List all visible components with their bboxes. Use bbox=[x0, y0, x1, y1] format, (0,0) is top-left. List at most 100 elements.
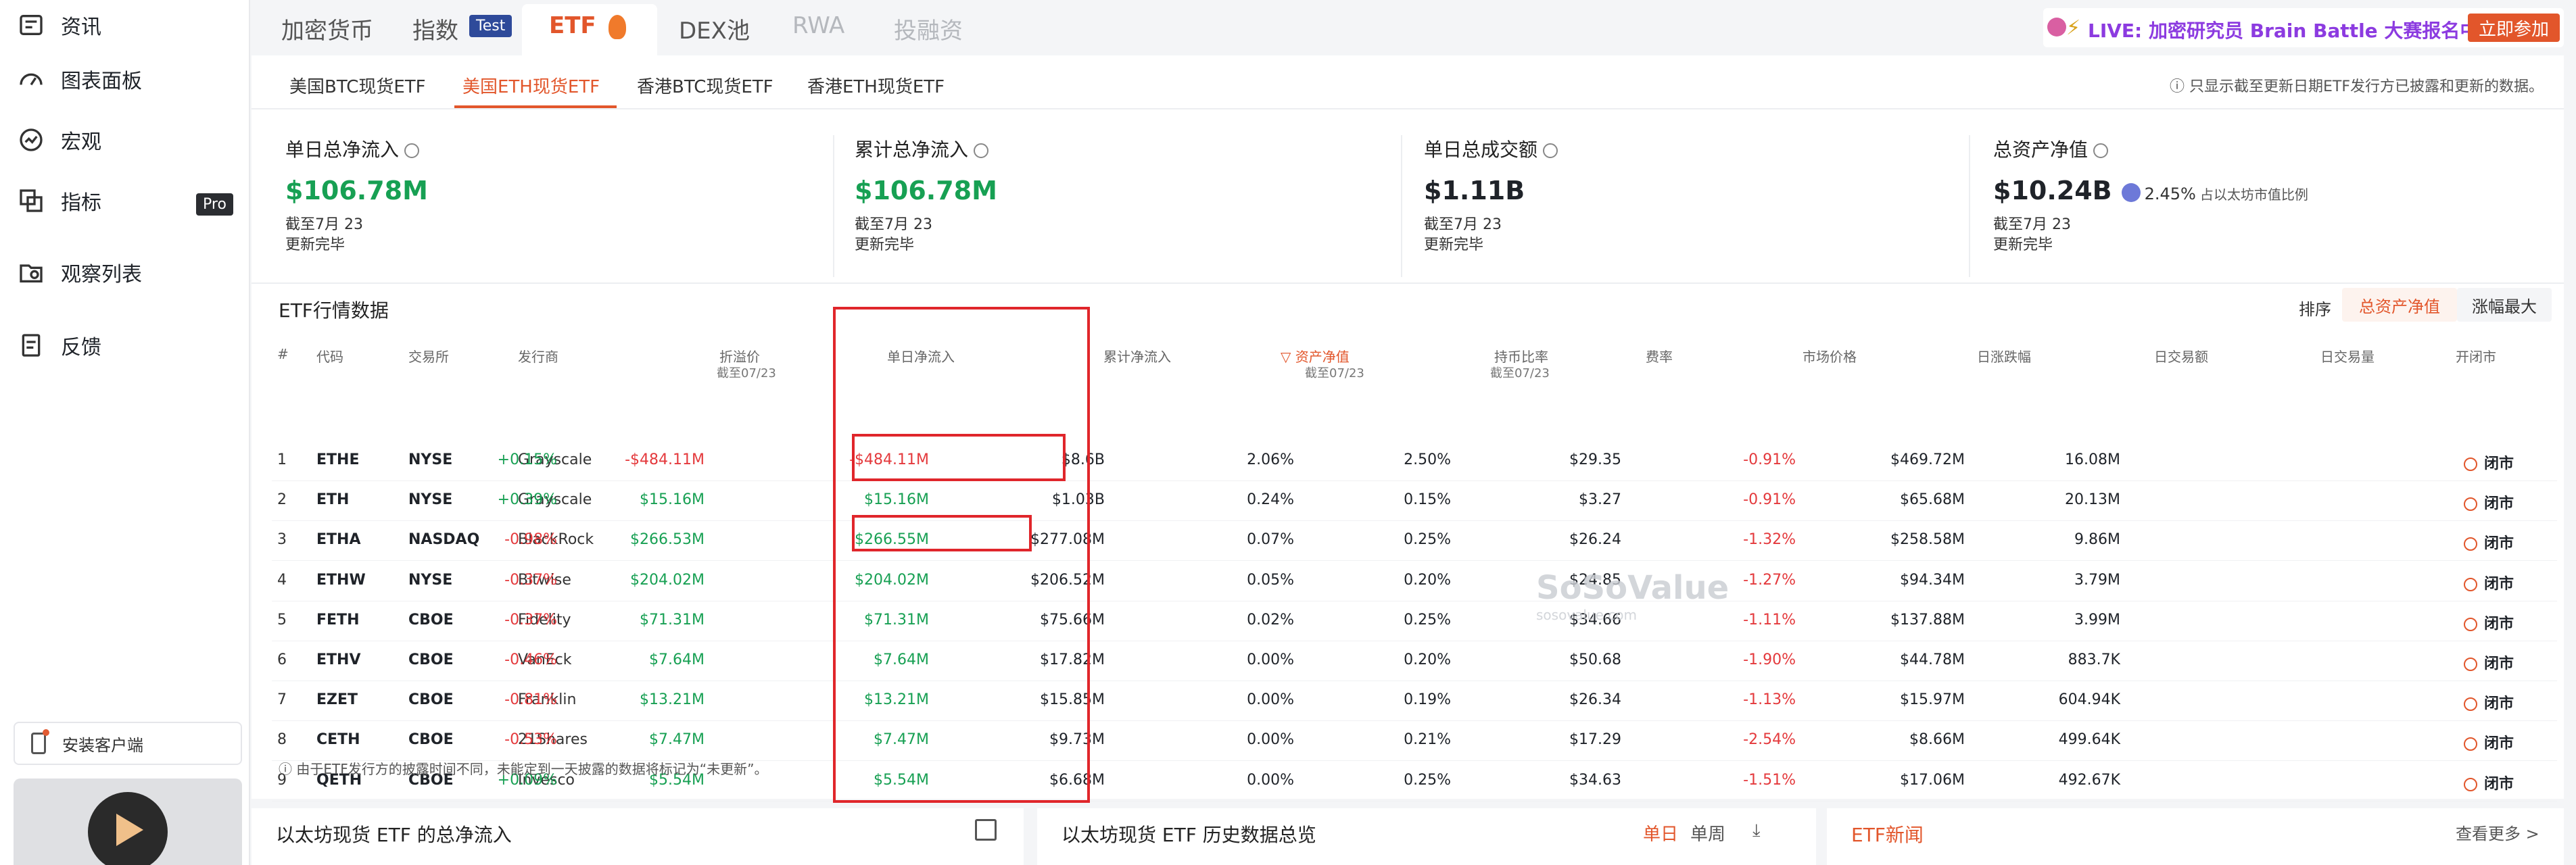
cell-change: -0.91% bbox=[1743, 491, 1796, 509]
tab-dex-pool[interactable]: DEX池 bbox=[679, 12, 750, 45]
cell-exchange: CBOE bbox=[408, 731, 454, 749]
cell-fee: 0.15% bbox=[1404, 491, 1451, 509]
table-row[interactable]: 7 EZET CBOE Franklin -0.81% $13.21M $13.21M $15… bbox=[272, 682, 2557, 722]
cell-inflow: $7.64M bbox=[649, 651, 705, 668]
sort-net-assets-button[interactable]: 总资产净值 bbox=[2342, 288, 2457, 322]
sidebar-item-feedback[interactable]: 反馈 bbox=[16, 322, 101, 369]
sidebar-item-macro[interactable]: 宏观 bbox=[16, 116, 101, 164]
sort-top-gainers-button[interactable]: 涨幅最大 bbox=[2457, 288, 2552, 322]
subtab-hk-btc[interactable]: 香港BTC现货ETF bbox=[637, 73, 773, 98]
view-more-link[interactable]: 查看更多 > bbox=[2456, 820, 2539, 844]
tab-etf[interactable]: ETF bbox=[522, 4, 657, 55]
column-header[interactable]: 折溢价 bbox=[719, 346, 760, 366]
column-header[interactable]: 持币比率 bbox=[1494, 346, 1548, 366]
stat-label: 单日总净流入 bbox=[285, 139, 400, 161]
info-icon[interactable] bbox=[2093, 143, 2109, 158]
play-video-icon bbox=[88, 792, 168, 865]
cell-fee: 0.25% bbox=[1404, 771, 1451, 789]
row-divider bbox=[272, 560, 2557, 562]
subtab-us-btc[interactable]: 美国BTC现货ETF bbox=[289, 73, 426, 98]
info-icon[interactable] bbox=[404, 143, 420, 158]
cell-premium: +0.15% bbox=[497, 451, 557, 468]
pro-badge: Pro bbox=[196, 193, 233, 216]
table-row[interactable]: 6 ETHV CBOE VanEck -0.46% $7.64M $7.64M $17.82M… bbox=[272, 642, 2557, 681]
stat-as-of: 截至7月 23 bbox=[285, 216, 363, 233]
cell-fee: 0.25% bbox=[1404, 611, 1451, 628]
table-row[interactable]: 2 ETH NYSE Grayscale +0.39% $15.16M $15.16M $1.… bbox=[272, 482, 2557, 522]
clock-icon bbox=[2464, 458, 2477, 471]
info-icon[interactable] bbox=[1543, 143, 1558, 158]
highlight-box bbox=[852, 434, 1066, 481]
sidebar-item-indicator[interactable]: 指标 bbox=[16, 177, 101, 224]
test-badge: Test bbox=[469, 15, 512, 37]
tab-rwa[interactable]: RWA bbox=[792, 12, 844, 39]
market-status-label: 闭市 bbox=[2484, 775, 2514, 793]
main-area: 加密货币 指数 Test ETF DEX池 RWA 投融资 ⚡ LIVE: 加密… bbox=[252, 0, 2576, 865]
column-header: 代码 bbox=[316, 349, 343, 365]
stat-as-of: 截至7月 23 bbox=[1424, 216, 1502, 233]
column-header[interactable]: 累计净流入 bbox=[1103, 346, 1171, 366]
table-row[interactable]: 4 ETHW NYSE Bitwise -0.37% $204.02M $204.02M $2… bbox=[272, 562, 2557, 601]
video-card[interactable] bbox=[14, 778, 242, 865]
tab-index[interactable]: 指数 bbox=[412, 12, 458, 45]
table-row[interactable]: 8 CETH CBOE 21Shares -0.53% $7.47M $7.47M $9.73… bbox=[272, 722, 2557, 762]
market-status-label: 闭市 bbox=[2484, 575, 2514, 593]
clock-icon bbox=[2464, 658, 2477, 671]
divider bbox=[1969, 135, 1970, 277]
info-icon[interactable] bbox=[974, 143, 989, 158]
stat-daily-inflow: 单日总净流入 $106.78M 截至7月 23 更新完毕 bbox=[285, 135, 826, 270]
stat-daily-turnover: 单日总成交额 $1.11B 截至7月 23 更新完毕 bbox=[1424, 135, 1965, 270]
tab-fundraising[interactable]: 投融资 bbox=[894, 12, 963, 45]
column-header[interactable]: 日交易额 bbox=[2154, 346, 2208, 366]
cell-fee: 0.19% bbox=[1404, 691, 1451, 709]
column-header[interactable]: 开闭市 bbox=[2456, 346, 2496, 366]
download-app-button[interactable]: 安装客户端 bbox=[14, 722, 242, 765]
cell-ratio: 0.07% bbox=[1247, 531, 1294, 549]
tab-daily[interactable]: 单日 bbox=[1643, 820, 1678, 845]
sidebar-item-watchlist[interactable]: 观察列表 bbox=[16, 249, 142, 296]
download-icon[interactable]: ⤓ bbox=[1752, 820, 1761, 841]
column-header[interactable]: 日交易量 bbox=[2320, 346, 2375, 366]
panel-total-inflow: 以太坊现货 ETF 的总净流入 bbox=[252, 808, 1024, 865]
column-header[interactable]: 日涨跌幅 bbox=[1977, 346, 2031, 366]
live-banner-text: LIVE: 加密研究员 Brain Battle 大赛报名中 bbox=[2088, 20, 2479, 42]
cell-ratio: 0.02% bbox=[1247, 611, 1294, 628]
cell-n: 2 bbox=[277, 491, 287, 509]
tab-weekly[interactable]: 单周 bbox=[1690, 820, 1725, 845]
column-header-sorted[interactable]: ▽ 资产净值 bbox=[1281, 346, 1350, 366]
expand-icon[interactable] bbox=[975, 819, 997, 841]
sidebar-item-news[interactable]: 资讯 bbox=[16, 1, 101, 49]
panel-title: 以太坊现货 ETF 的总净流入 bbox=[276, 824, 512, 846]
table-row[interactable]: 3 ETHA NASDAQ BlackRock -0.98% $266.53M $266.5… bbox=[272, 522, 2557, 562]
cell-change: -1.13% bbox=[1743, 691, 1796, 709]
cell-volume: 20.13M bbox=[2065, 491, 2120, 509]
cell-n: 7 bbox=[277, 691, 287, 709]
cell-volume: 499.64K bbox=[2058, 731, 2120, 749]
market-status-label: 闭市 bbox=[2484, 615, 2514, 633]
subtab-us-eth[interactable]: 美国ETH现货ETF bbox=[462, 73, 600, 98]
divider bbox=[252, 108, 2564, 109]
cell-price: $3.27 bbox=[1579, 491, 1621, 509]
watchlist-icon bbox=[16, 257, 46, 287]
cell-inflow: -$484.11M bbox=[625, 451, 705, 468]
join-button[interactable]: 立即参加 bbox=[2468, 14, 2560, 42]
table-row[interactable]: 5 FETH CBOE Fidelity -0.37% $71.31M $71.31M $75… bbox=[272, 602, 2557, 641]
subtab-hk-eth[interactable]: 香港ETH现货ETF bbox=[807, 73, 945, 98]
cell-premium: -0.46% bbox=[504, 651, 557, 668]
cell-price: $26.34 bbox=[1569, 691, 1621, 709]
live-banner[interactable]: ⚡ LIVE: 加密研究员 Brain Battle 大赛报名中 立即参加 bbox=[2043, 8, 2564, 47]
sidebar-item-dashboard[interactable]: 图表面板 bbox=[16, 55, 142, 103]
table-row[interactable]: 1 ETHE NYSE Grayscale +0.15% -$484.11M -$484.1… bbox=[272, 442, 2557, 481]
cell-n: 5 bbox=[277, 611, 287, 628]
cell-premium: -0.37% bbox=[504, 571, 557, 589]
cell-volume: 3.99M bbox=[2074, 611, 2120, 628]
column-header[interactable]: 费率 bbox=[1646, 346, 1673, 366]
feedback-icon bbox=[16, 330, 46, 360]
market-status: 闭市 bbox=[2464, 531, 2514, 553]
cell-volume: 604.94K bbox=[2058, 691, 2120, 709]
tab-crypto[interactable]: 加密货币 bbox=[281, 12, 373, 45]
cell-turnover: $469.72M bbox=[1890, 451, 1965, 468]
stat-net-assets: 总资产净值 $10.24B 2.45% 占以太坊市值比例 截至7月 23 更新完毕 bbox=[1993, 135, 2534, 270]
cell-change: -1.32% bbox=[1743, 531, 1796, 549]
column-header[interactable]: 市场价格 bbox=[1803, 346, 1857, 366]
